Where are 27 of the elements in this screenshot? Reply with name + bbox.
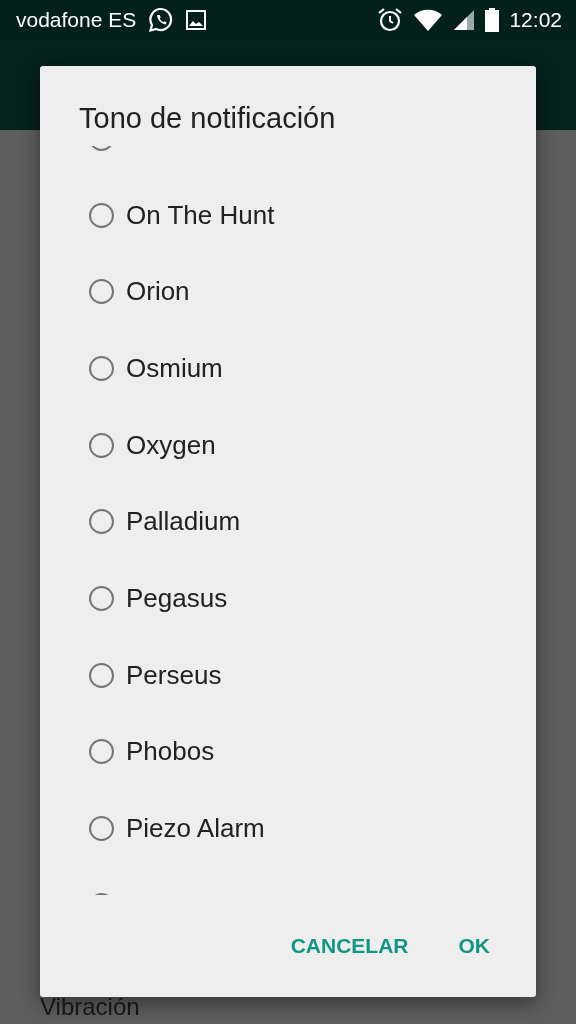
radio-button[interactable] (89, 662, 114, 688)
radio-button[interactable] (89, 432, 114, 458)
radio-button[interactable] (89, 816, 114, 842)
ringtone-option[interactable]: Palladium (40, 483, 536, 561)
ringtone-option[interactable]: Pegasus (40, 560, 536, 637)
radio-button[interactable] (89, 355, 114, 381)
radio-button[interactable] (89, 585, 114, 611)
wifi-icon (413, 8, 444, 32)
battery-icon (485, 8, 500, 32)
ringtone-option[interactable]: Piezo Alarm (40, 790, 536, 867)
ringtone-option[interactable]: Orion (40, 253, 536, 331)
chat-bubble-icon (148, 7, 175, 33)
ringtone-option[interactable]: Oxygen (40, 406, 536, 484)
radio-button[interactable] (89, 739, 114, 765)
radio-button[interactable] (89, 279, 114, 305)
ringtone-option[interactable]: On The Hunt (40, 176, 536, 254)
ringtone-option[interactable]: Osmium (40, 330, 536, 407)
image-icon (186, 10, 207, 30)
clock-time: 12:02 (509, 8, 562, 32)
dialog-title: Tono de notificación (78, 101, 337, 136)
signal-icon (453, 9, 476, 31)
ringtone-option[interactable]: Perseus (40, 636, 536, 714)
radio-button[interactable] (89, 509, 114, 535)
alarm-clock-icon (377, 7, 404, 33)
ringtone-option[interactable]: Phobos (40, 713, 536, 791)
radio-button[interactable] (89, 202, 114, 228)
carrier-name: vodafone ES (16, 8, 137, 32)
